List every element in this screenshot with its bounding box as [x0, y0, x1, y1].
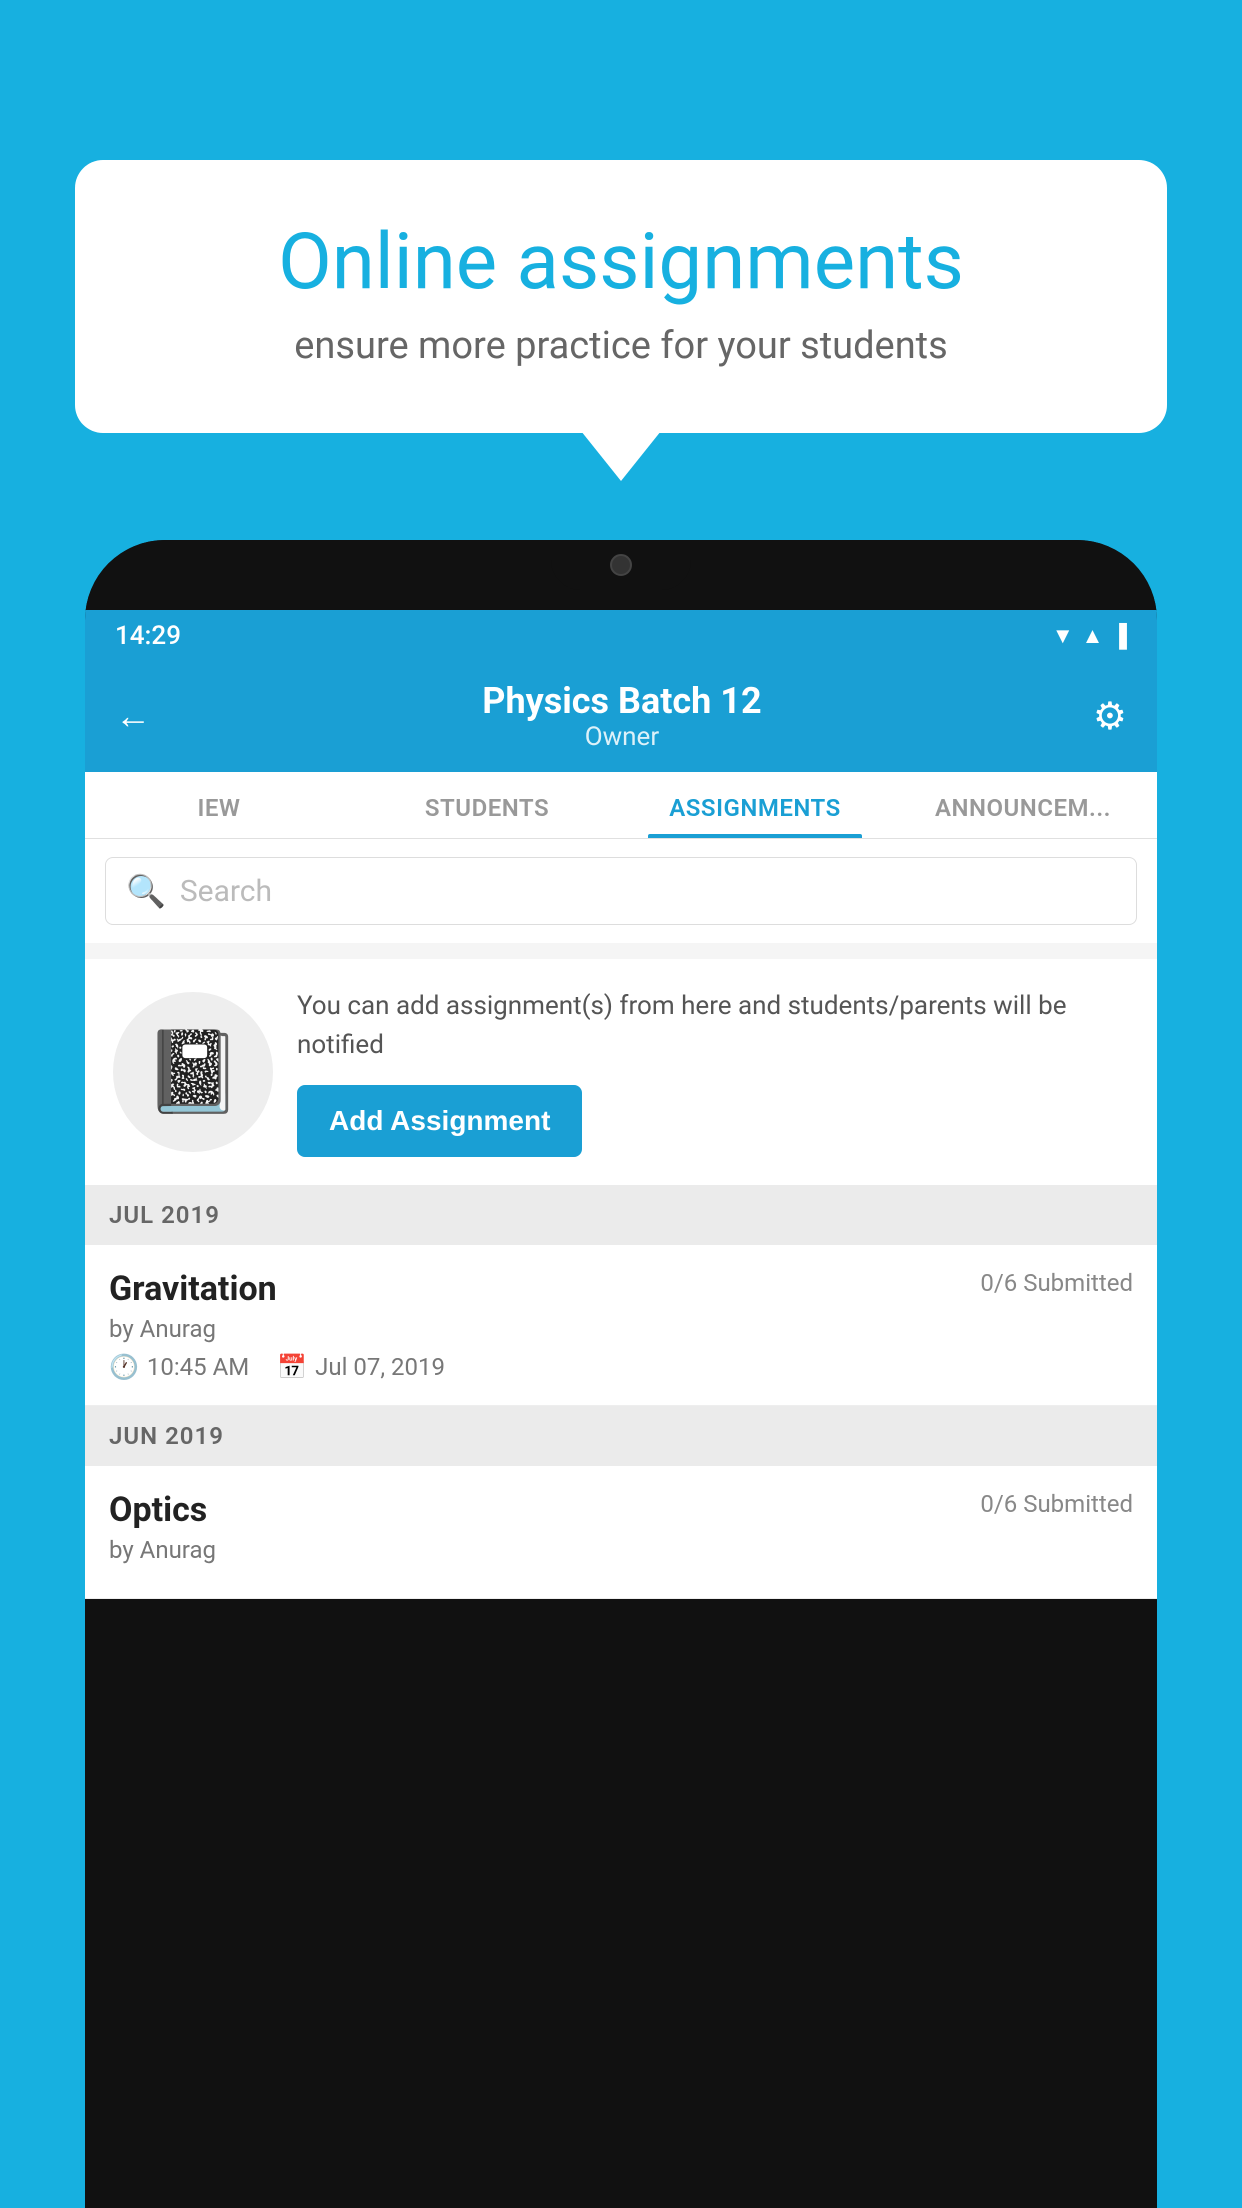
search-icon: 🔍 [126, 872, 166, 910]
assignment-date: 📅 Jul 07, 2019 [277, 1353, 445, 1381]
section-header-jun2019: JUN 2019 [85, 1406, 1157, 1466]
status-icons: ▼ ▲ ▐ [1052, 623, 1127, 649]
assignment-meta: 🕐 10:45 AM 📅 Jul 07, 2019 [109, 1353, 1133, 1381]
phone-notch [551, 540, 691, 590]
assignment-submitted: 0/6 Submitted [980, 1269, 1133, 1297]
speech-bubble-title: Online assignments [145, 220, 1097, 306]
assignment-name: Gravitation [109, 1269, 277, 1309]
info-card-right: You can add assignment(s) from here and … [297, 987, 1129, 1157]
front-camera [610, 554, 632, 576]
status-time: 14:29 [115, 621, 181, 651]
info-card-text: You can add assignment(s) from here and … [297, 987, 1129, 1065]
phone-notch-area [85, 540, 1157, 610]
assignment-row1-optics: Optics 0/6 Submitted [109, 1490, 1133, 1530]
header-subtitle: Owner [482, 722, 761, 752]
search-bar-container: 🔍 Search [85, 839, 1157, 943]
add-assignment-button[interactable]: Add Assignment [297, 1085, 582, 1157]
signal-icon: ▲ [1082, 623, 1104, 649]
speech-bubble-container: Online assignments ensure more practice … [75, 160, 1167, 433]
status-bar: 14:29 ▼ ▲ ▐ [85, 610, 1157, 662]
assignment-submitted-optics: 0/6 Submitted [980, 1490, 1133, 1518]
search-bar[interactable]: 🔍 Search [105, 857, 1137, 925]
assignment-time: 🕐 10:45 AM [109, 1353, 249, 1381]
assignment-row1: Gravitation 0/6 Submitted [109, 1269, 1133, 1309]
assignment-item-gravitation[interactable]: Gravitation 0/6 Submitted by Anurag 🕐 10… [85, 1245, 1157, 1406]
gear-icon[interactable]: ⚙ [1093, 694, 1127, 739]
header-title-area: Physics Batch 12 Owner [482, 680, 761, 752]
tab-iew[interactable]: IEW [85, 772, 353, 838]
battery-icon: ▐ [1111, 623, 1127, 649]
assignment-name-optics: Optics [109, 1490, 207, 1530]
tab-announcements[interactable]: ANNOUNCEM... [889, 772, 1157, 838]
tab-bar: IEW STUDENTS ASSIGNMENTS ANNOUNCEM... [85, 772, 1157, 839]
phone-frame: 14:29 ▼ ▲ ▐ ← Physics Batch 12 Owner ⚙ I… [85, 540, 1157, 2208]
calendar-icon: 📅 [277, 1353, 307, 1381]
tab-students[interactable]: STUDENTS [353, 772, 621, 838]
tab-assignments[interactable]: ASSIGNMENTS [621, 772, 889, 838]
assignment-by: by Anurag [109, 1315, 1133, 1343]
section-header-jul2019: JUL 2019 [85, 1185, 1157, 1245]
header-title: Physics Batch 12 [482, 680, 761, 722]
assignment-icon-circle: 📓 [113, 992, 273, 1152]
back-button[interactable]: ← [115, 695, 151, 737]
info-card: 📓 You can add assignment(s) from here an… [85, 959, 1157, 1185]
search-placeholder: Search [180, 874, 272, 909]
assignment-item-optics[interactable]: Optics 0/6 Submitted by Anurag [85, 1466, 1157, 1599]
speech-bubble: Online assignments ensure more practice … [75, 160, 1167, 433]
assignment-by-optics: by Anurag [109, 1536, 1133, 1564]
clock-icon: 🕐 [109, 1353, 139, 1381]
phone-screen: 🔍 Search 📓 You can add assignment(s) fro… [85, 839, 1157, 1599]
app-header: ← Physics Batch 12 Owner ⚙ [85, 662, 1157, 772]
notebook-icon: 📓 [143, 1025, 243, 1119]
speech-bubble-subtitle: ensure more practice for your students [145, 324, 1097, 368]
wifi-icon: ▼ [1052, 623, 1074, 649]
